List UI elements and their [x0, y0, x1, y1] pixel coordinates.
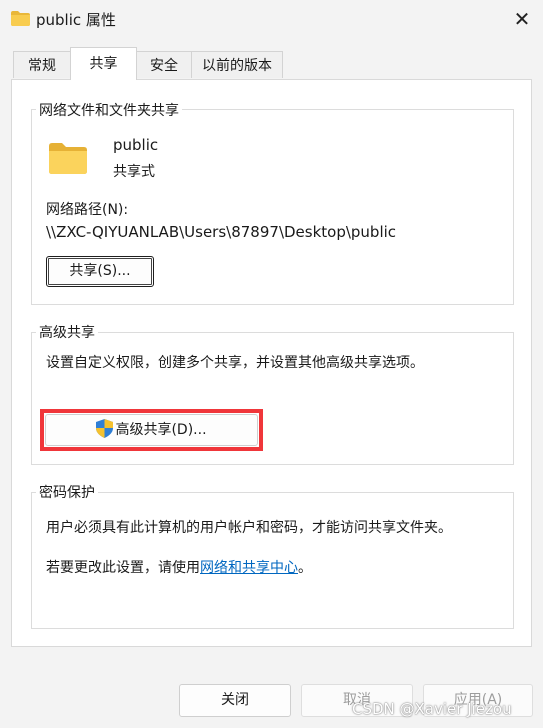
network-path-value: \\ZXC-QIYUANLAB\Users\87897\Desktop\publ… [46, 223, 397, 241]
tab-general[interactable]: 常规 [13, 51, 71, 78]
highlight-box [40, 409, 263, 451]
share-state: 共享式 [113, 164, 155, 180]
tab-previous-versions[interactable]: 以前的版本 [191, 51, 283, 78]
password-change-hint: 若要更改此设置，请使用网络和共享中心。 [46, 557, 312, 577]
share-button[interactable]: 共享(S)... [46, 256, 154, 287]
password-description: 用户必须具有此计算机的用户帐户和密码，才能访问共享文件夹。 [46, 520, 452, 536]
folder-name: public [113, 136, 159, 154]
folder-icon [11, 11, 30, 26]
password-change-suffix: 。 [298, 560, 312, 576]
tab-sharing[interactable]: 共享 [70, 47, 137, 80]
window-title: public 属性 [36, 11, 116, 29]
advanced-share-group-label: 高级共享 [36, 322, 98, 342]
watermark: CSDN @Xavier Jiezou [352, 700, 512, 718]
network-sharing-center-link[interactable]: 网络和共享中心 [200, 560, 298, 576]
close-dialog-button[interactable]: 关闭 [179, 684, 291, 717]
tab-security[interactable]: 安全 [136, 51, 192, 78]
network-share-group-label: 网络文件和文件夹共享 [36, 100, 182, 120]
network-path-label: 网络路径(N): [46, 202, 129, 218]
close-button[interactable]: ✕ [508, 6, 536, 32]
folder-icon [49, 143, 87, 174]
password-change-prefix: 若要更改此设置，请使用 [46, 560, 200, 576]
advanced-share-description: 设置自定义权限，创建多个共享，并设置其他高级共享选项。 [46, 355, 424, 371]
password-group-label: 密码保护 [36, 482, 98, 502]
